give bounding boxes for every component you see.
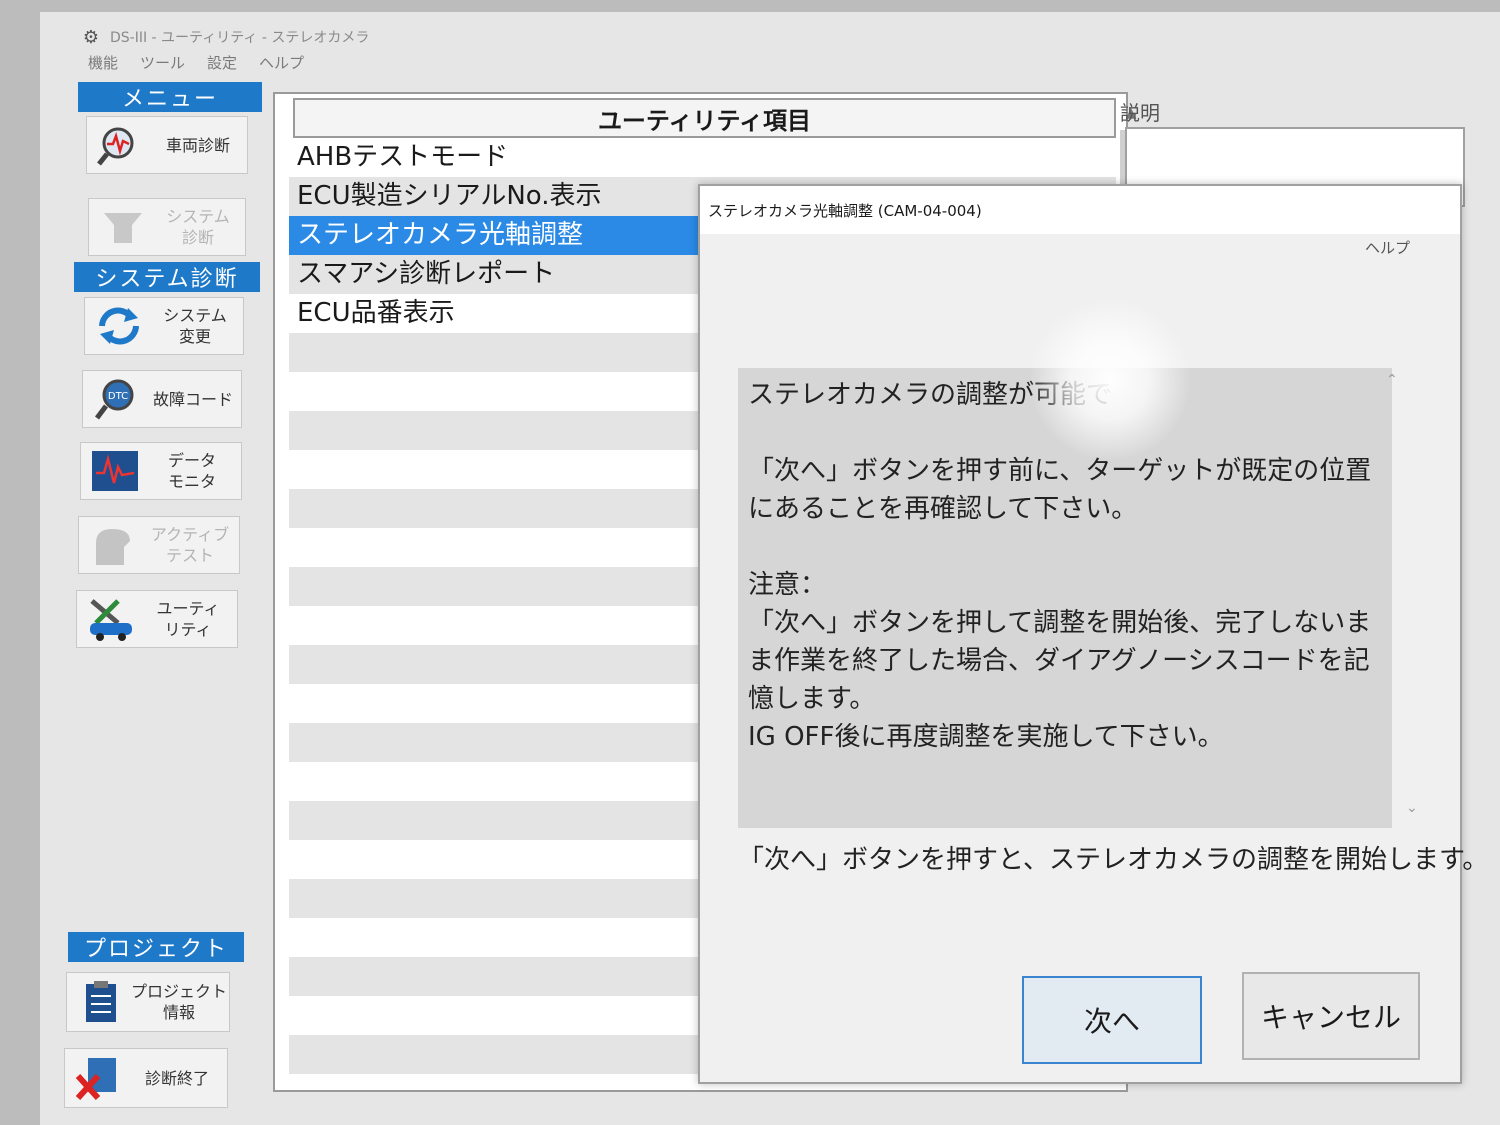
- active-test-button[interactable]: アクティブ テスト: [78, 516, 240, 574]
- vehicle-diagnosis-button[interactable]: 車両診断: [86, 116, 248, 174]
- system-diagnosis-button[interactable]: システム 診断: [88, 198, 246, 256]
- section-project: プロジェクト: [68, 932, 244, 962]
- project-info-icon: [73, 979, 129, 1025]
- utility-button[interactable]: ユーティ リティ: [76, 590, 238, 648]
- screen: ⚙ DS-III - ユーティリティ - ステレオカメラ 機能 ツール 設定 ヘ…: [40, 12, 1500, 1125]
- section-system-diagnosis: システム診断: [74, 262, 260, 292]
- dtc-button[interactable]: DTC 故障コード: [82, 370, 242, 428]
- chevron-down-icon[interactable]: ⌄: [1406, 800, 1418, 816]
- next-button[interactable]: 次へ: [1022, 976, 1202, 1064]
- list-item[interactable]: AHBテストモード: [289, 138, 1116, 177]
- dialog-message: ステレオカメラの調整が可能で 「次へ」ボタンを押す前に、ターゲットが既定の位置に…: [738, 368, 1392, 828]
- dialog-menu-help[interactable]: ヘルプ: [700, 234, 1460, 262]
- data-monitor-icon: [87, 448, 143, 494]
- system-change-button[interactable]: システム 変更: [84, 297, 244, 355]
- svg-text:DTC: DTC: [108, 391, 128, 402]
- project-info-button[interactable]: プロジェクト 情報: [66, 972, 230, 1032]
- system-diagnosis-icon: [95, 204, 151, 250]
- dtc-icon: DTC: [89, 376, 145, 422]
- system-change-icon: [91, 303, 147, 349]
- menu-function[interactable]: 機能: [88, 52, 118, 78]
- window-title: DS-III - ユーティリティ - ステレオカメラ: [110, 30, 370, 46]
- tool-icon: ⚙: [82, 26, 100, 48]
- data-monitor-button[interactable]: データ モニタ: [80, 442, 242, 500]
- description-label: 説明: [1120, 101, 1160, 125]
- active-test-icon: [85, 522, 141, 568]
- utility-icon: [83, 596, 139, 642]
- cancel-button[interactable]: キャンセル: [1242, 972, 1420, 1060]
- menu-bar: 機能 ツール 設定 ヘルプ: [88, 52, 304, 78]
- section-menu: メニュー: [78, 82, 262, 112]
- list-header: ユーティリティ項目: [293, 98, 1116, 138]
- sidebar: メニュー 車両診断 システム 診断 システム診断 システム 変更 DTC 故障コ…: [64, 82, 268, 1125]
- menu-tools[interactable]: ツール: [140, 52, 185, 78]
- stereo-camera-dialog: ステレオカメラ光軸調整 (CAM-04-004) ヘルプ ステレオカメラの調整が…: [698, 184, 1488, 1084]
- title-bar: ⚙ DS-III - ユーティリティ - ステレオカメラ: [40, 20, 1500, 54]
- vehicle-diagnosis-icon: [93, 122, 149, 168]
- end-diagnosis-button[interactable]: 診断終了: [64, 1048, 228, 1108]
- end-diagnosis-icon: [71, 1055, 127, 1101]
- dialog-title: ステレオカメラ光軸調整 (CAM-04-004): [700, 186, 1460, 234]
- dialog-instruction: 「次へ」ボタンを押すと、ステレオカメラの調整を開始します。: [738, 845, 1489, 875]
- menu-help[interactable]: ヘルプ: [259, 52, 304, 78]
- chevron-up-icon[interactable]: ⌃: [1386, 372, 1398, 388]
- menu-settings[interactable]: 設定: [207, 52, 237, 78]
